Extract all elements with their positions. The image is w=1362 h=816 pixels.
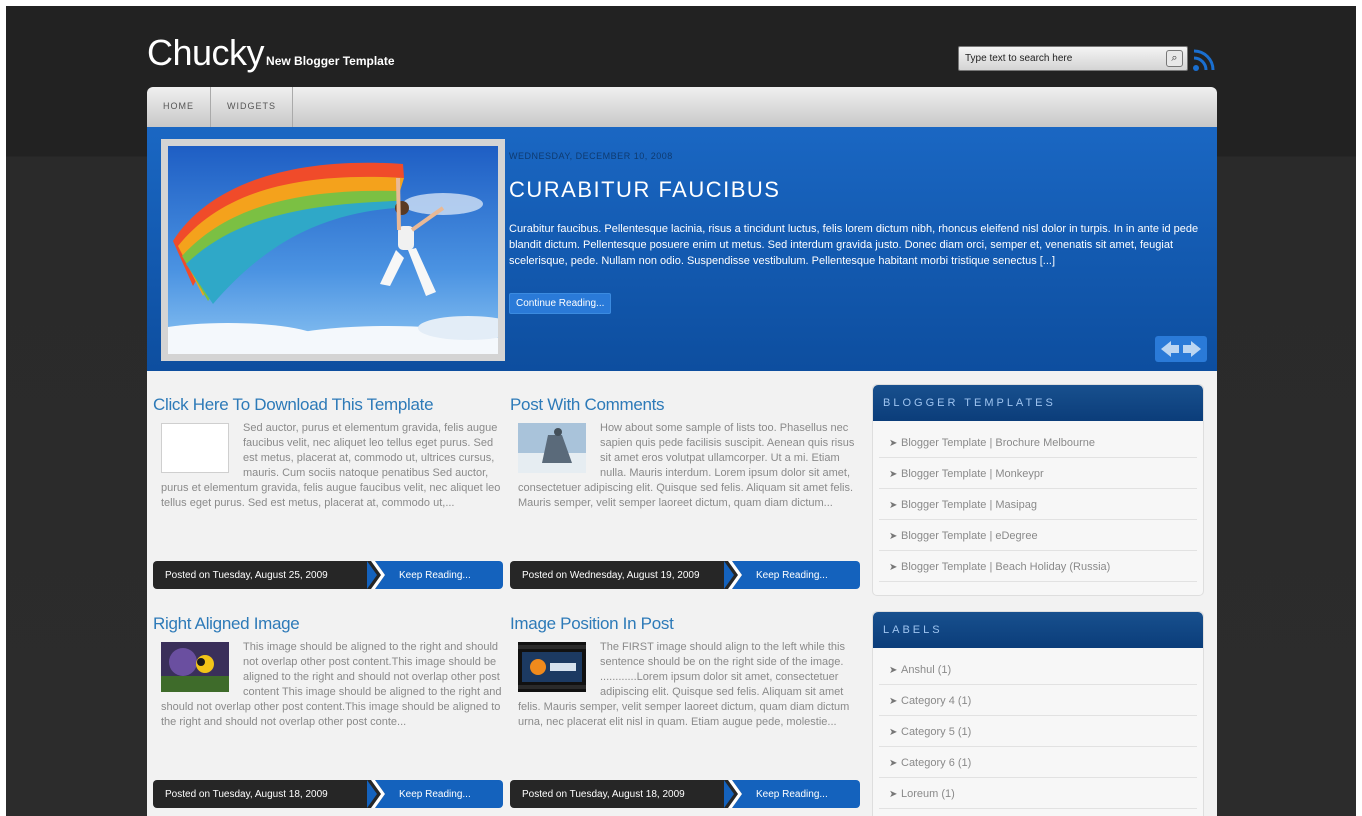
post-thumbnail[interactable] (161, 642, 229, 692)
continue-reading-button[interactable]: Continue Reading... (509, 293, 612, 314)
label-link[interactable]: ➤ Anshul (1) (879, 654, 1197, 685)
search-button[interactable]: ⌕ (1166, 50, 1183, 67)
post-title[interactable]: Post With Comments (510, 395, 860, 415)
post-title[interactable]: Right Aligned Image (153, 614, 503, 634)
widget-heading: BLOGGER TEMPLATES (873, 385, 1203, 421)
post-card: Image Position In Post The FIRST image s… (510, 614, 860, 808)
label-link[interactable]: ➤ Category 5 (1) (879, 716, 1197, 747)
post-card: Right Aligned Image This image should be… (153, 614, 503, 808)
post-date: Posted on Tuesday, August 18, 2009 (510, 780, 738, 808)
post-meta-bar: Posted on Tuesday, August 18, 2009 Keep … (510, 780, 860, 808)
post-body: The FIRST image should align to the left… (510, 640, 860, 770)
content-area: Click Here To Download This Template Sed… (147, 371, 1217, 816)
post-body: This image should be aligned to the righ… (153, 640, 503, 770)
arrow-bullet-icon: ➤ (889, 531, 898, 542)
label-link-text: Category 4 (1) (901, 695, 972, 707)
template-link[interactable]: ➤ Blogger Template | Brochure Melbourne (879, 427, 1197, 458)
featured-date: WEDNESDAY, DECEMBER 10, 2008 (509, 151, 673, 161)
template-link[interactable]: ➤ Blogger Template | Monkeypr (879, 458, 1197, 489)
arrow-bullet-icon: ➤ (889, 665, 898, 676)
chevron-right-icon (367, 561, 385, 589)
arrow-bullet-icon: ➤ (889, 727, 898, 738)
nav-widgets[interactable]: WIDGETS (211, 87, 293, 127)
label-link[interactable]: ➤ Category 6 (1) (879, 747, 1197, 778)
post-date: Posted on Wednesday, August 19, 2009 (510, 561, 738, 589)
template-link-label: Blogger Template | Monkeypr (901, 468, 1044, 480)
post-body: How about some sample of lists too. Phas… (510, 421, 860, 551)
chevron-right-icon (724, 561, 742, 589)
post-title[interactable]: Image Position In Post (510, 614, 860, 634)
post-body: Sed auctor, purus et elementum gravida, … (153, 421, 503, 551)
labels-widget: LABELS ➤ Anshul (1) ➤ Category 4 (1) ➤ Cate… (872, 611, 1204, 816)
logo-subtitle: New Blogger Template (266, 54, 395, 68)
post-meta-bar: Posted on Tuesday, August 18, 2009 Keep … (153, 780, 503, 808)
search-icon: ⌕ (1171, 52, 1178, 64)
post-meta-bar: Posted on Wednesday, August 19, 2009 Kee… (510, 561, 860, 589)
featured-slider: WEDNESDAY, DECEMBER 10, 2008 CURABITUR F… (147, 127, 1217, 371)
featured-excerpt: Curabitur faucibus. Pellentesque lacinia… (509, 223, 1199, 267)
featured-image (168, 146, 498, 354)
search-placeholder: Type text to search here (965, 53, 1073, 64)
arrow-bullet-icon: ➤ (889, 500, 898, 511)
blogger-templates-widget: BLOGGER TEMPLATES ➤ Blogger Template | Br… (872, 384, 1204, 596)
arrow-bullet-icon: ➤ (889, 758, 898, 769)
template-link-label: Blogger Template | eDegree (901, 530, 1038, 542)
post-card: Post With Comments How about some sample… (510, 395, 860, 589)
template-link[interactable]: ➤ Blogger Template | eDegree (879, 520, 1197, 551)
arrow-bullet-icon: ➤ (889, 438, 898, 449)
search-input[interactable]: Type text to search here ⌕ (958, 46, 1188, 71)
template-link[interactable]: ➤ Blogger Template | Masipag (879, 489, 1197, 520)
label-link-text: Category 6 (1) (901, 757, 972, 769)
label-link-text: Anshul (1) (901, 664, 952, 676)
label-link[interactable]: ➤ Category 4 (1) (879, 685, 1197, 716)
label-link[interactable]: ➤ Loreum (1) (879, 778, 1197, 809)
page-frame: Chucky New Blogger Template Type text to … (6, 6, 1356, 816)
featured-image-frame[interactable] (161, 139, 505, 361)
main-navigation: HOME WIDGETS (147, 87, 1217, 127)
arrow-bullet-icon: ➤ (889, 789, 898, 800)
template-link-label: Blogger Template | Brochure Melbourne (901, 437, 1096, 449)
post-card: Click Here To Download This Template Sed… (153, 395, 503, 589)
keep-reading-button[interactable]: Keep Reading... (724, 780, 860, 808)
logo-title: Chucky (147, 32, 265, 73)
chevron-right-icon (367, 780, 385, 808)
arrow-bullet-icon: ➤ (889, 696, 898, 707)
slider-arrows-icon[interactable] (1155, 336, 1207, 362)
templates-list: ➤ Blogger Template | Brochure Melbourne ➤… (873, 421, 1203, 582)
chevron-right-icon (724, 780, 742, 808)
widget-heading: LABELS (873, 612, 1203, 648)
site-logo[interactable]: Chucky New Blogger Template (147, 32, 395, 74)
labels-list: ➤ Anshul (1) ➤ Category 4 (1) ➤ Category 5 … (873, 648, 1203, 809)
template-link[interactable]: ➤ Blogger Template | Beach Holiday (Russi… (879, 551, 1197, 582)
arrow-bullet-icon: ➤ (889, 469, 898, 480)
keep-reading-button[interactable]: Keep Reading... (367, 780, 503, 808)
arrow-bullet-icon: ➤ (889, 562, 898, 573)
post-date: Posted on Tuesday, August 18, 2009 (153, 780, 381, 808)
label-link-text: Category 5 (1) (901, 726, 972, 738)
post-thumbnail[interactable] (161, 423, 229, 473)
template-link-label: Blogger Template | Masipag (901, 499, 1037, 511)
keep-reading-button[interactable]: Keep Reading... (367, 561, 503, 589)
post-title[interactable]: Click Here To Download This Template (153, 395, 503, 415)
label-link-text: Loreum (1) (901, 788, 955, 800)
post-meta-bar: Posted on Tuesday, August 25, 2009 Keep … (153, 561, 503, 589)
post-date: Posted on Tuesday, August 25, 2009 (153, 561, 381, 589)
post-thumbnail[interactable] (518, 423, 586, 473)
rss-icon[interactable] (1192, 46, 1218, 72)
post-thumbnail[interactable] (518, 642, 586, 692)
template-link-label: Blogger Template | Beach Holiday (Russia… (901, 561, 1111, 573)
nav-home[interactable]: HOME (147, 87, 211, 127)
featured-title[interactable]: CURABITUR FAUCIBUS (509, 177, 780, 203)
keep-reading-button[interactable]: Keep Reading... (724, 561, 860, 589)
